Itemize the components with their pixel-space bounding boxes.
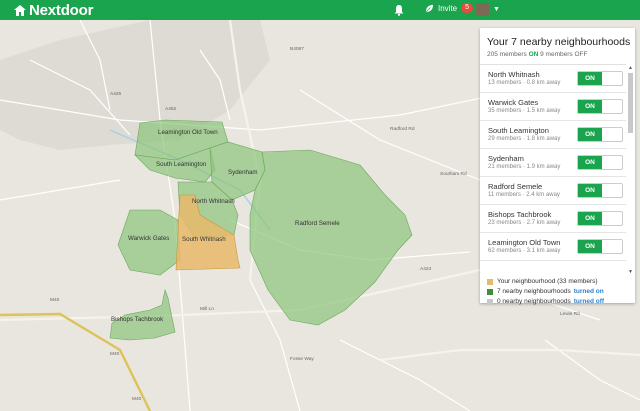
neighbourhood-name: Leamington Old Town — [488, 238, 561, 247]
members-off-count: 9 members OFF — [540, 51, 588, 58]
label-leamington-old-town: Leamington Old Town — [158, 129, 218, 136]
legend-item-yours: Your neighbourhood (33 members) — [487, 277, 635, 286]
neighbourhood-toggle[interactable]: ON — [577, 127, 623, 142]
neighbourhood-toggle[interactable]: ON — [577, 155, 623, 170]
neighbourhood-toggle[interactable]: ON — [577, 99, 623, 114]
label-south-whitnash: South Whitnash — [182, 236, 226, 243]
neighbourhood-name: North Whitnash — [488, 70, 540, 79]
neighbourhood-name: Radford Semele — [488, 182, 543, 191]
legend-off-label: 0 nearby neighbourhoods — [497, 298, 571, 305]
toggle-on-label: ON — [578, 128, 602, 141]
road-fosse-way-label: Fosse Way — [290, 356, 314, 362]
toggle-on-label: ON — [578, 212, 602, 225]
neighbourhood-name: South Leamington — [488, 126, 549, 135]
label-south-leamington: South Leamington — [156, 161, 207, 168]
road-m40-label: M40 — [50, 297, 60, 303]
road-a452-label: A452 — [165, 106, 177, 112]
label-north-whitnash: North Whitnash — [192, 198, 235, 205]
list-item: Radford Semele 11 members · 2.4 km away … — [480, 177, 626, 205]
road-m40-label: M40 — [110, 351, 120, 357]
nearby-off-swatch — [487, 298, 493, 305]
nearby-on-swatch — [487, 288, 493, 295]
neighbourhood-meta: 21 members · 1.9 km away — [488, 164, 561, 170]
neighbourhood-list: North Whitnash 13 members · 0.8 km away … — [480, 64, 626, 277]
legend-item-on: 7 nearby neighbourhoods turned on — [487, 287, 635, 296]
invite-label: Invite — [438, 3, 458, 13]
neighbourhood-name: Sydenham — [488, 154, 524, 163]
legend-on-label: 7 nearby neighbourhoods — [497, 288, 571, 295]
neighbourhood-meta: 11 members · 2.4 km away — [488, 192, 560, 198]
list-item: South Leamington 29 members · 1.8 km awa… — [480, 121, 626, 149]
top-navigation-bar: Nextdoor Invite 5 ▼ — [0, 0, 640, 20]
bell-icon[interactable] — [393, 4, 405, 16]
scroll-up-icon[interactable]: ▲ — [628, 65, 633, 71]
neighbourhood-name: Bishops Tachbrook — [488, 210, 552, 219]
toggle-on-label: ON — [578, 184, 602, 197]
leaf-icon — [425, 4, 434, 12]
scrollbar-thumb[interactable] — [628, 73, 633, 133]
toggle-on-label: ON — [578, 72, 602, 85]
road-lewis-rd-label: Lewis Rd — [560, 311, 580, 317]
map-legend: Your neighbourhood (33 members) 7 nearby… — [480, 276, 635, 306]
list-item: Sydenham 21 members · 1.9 km away ON — [480, 149, 626, 177]
invite-button[interactable]: Invite 5 — [425, 3, 474, 13]
neighbourhood-toggle[interactable]: ON — [577, 71, 623, 86]
list-scrollbar[interactable]: ▲ ▼ — [628, 65, 633, 275]
nextdoor-logo[interactable]: Nextdoor — [14, 2, 93, 19]
label-sydenham: Sydenham — [228, 169, 258, 176]
toggle-on-label: ON — [578, 240, 602, 253]
avatar[interactable] — [476, 3, 489, 16]
road-m40-label: M40 — [132, 396, 142, 402]
neighbourhood-toggle[interactable]: ON — [577, 239, 623, 254]
panel-title: Your 7 nearby neighbourhoods — [487, 36, 631, 48]
neighbourhood-meta: 29 members · 1.8 km away — [488, 136, 561, 142]
label-radford-semele: Radford Semele — [295, 220, 340, 227]
road-southam-rd-label: Southam Rd — [440, 171, 467, 177]
legend-item-off: 0 nearby neighbourhoods turned off — [487, 297, 635, 306]
toggle-on-label: ON — [578, 156, 602, 169]
neighbourhood-toggle[interactable]: ON — [577, 183, 623, 198]
members-on-label: ON — [528, 51, 539, 58]
neighbourhood-meta: 62 members · 3.1 km away — [488, 248, 561, 254]
road-a423-label: A423 — [420, 266, 432, 272]
brand-name: Nextdoor — [29, 1, 94, 19]
road-radford-rd-label: Radford Rd — [390, 126, 415, 132]
neighbourhood-meta: 13 members · 0.8 km away — [488, 80, 561, 86]
list-item: North Whitnash 13 members · 0.8 km away … — [480, 65, 626, 93]
label-warwick-gates: Warwick Gates — [128, 235, 169, 242]
members-summary: 205 members ON 9 members OFF — [487, 51, 587, 58]
neighbourhood-meta: 23 members · 2.7 km away — [488, 220, 561, 226]
road-a425-label: A425 — [110, 91, 122, 97]
own-neighbourhood-swatch — [487, 278, 493, 285]
house-icon — [14, 4, 26, 16]
neighbourhood-meta: 35 members · 1.5 km away — [488, 108, 561, 114]
turned-on-link[interactable]: turned on — [574, 288, 604, 295]
neighbourhood-name: Warwick Gates — [488, 98, 539, 107]
scroll-down-icon[interactable]: ▼ — [628, 269, 633, 275]
chevron-down-icon[interactable]: ▼ — [493, 6, 500, 13]
list-item: Bishops Tachbrook 23 members · 2.7 km aw… — [480, 205, 626, 233]
neighbourhoods-panel: Your 7 nearby neighbourhoods 205 members… — [480, 28, 635, 306]
label-bishops-tachbrook: Bishops Tachbrook — [111, 316, 164, 323]
members-on-count: 205 members — [487, 51, 527, 58]
toggle-on-label: ON — [578, 100, 602, 113]
road-b4087-label: B4087 — [290, 46, 304, 52]
neighbourhood-toggle[interactable]: ON — [577, 211, 623, 226]
turned-off-link[interactable]: turned off — [574, 298, 604, 305]
list-item: Leamington Old Town 62 members · 3.1 km … — [480, 233, 626, 261]
invite-count-badge: 5 — [461, 3, 474, 13]
list-item: Warwick Gates 35 members · 1.5 km away O… — [480, 93, 626, 121]
road-mill-lane-label: Mill Ln — [200, 306, 214, 312]
legend-yours-label: Your neighbourhood (33 members) — [497, 278, 598, 285]
